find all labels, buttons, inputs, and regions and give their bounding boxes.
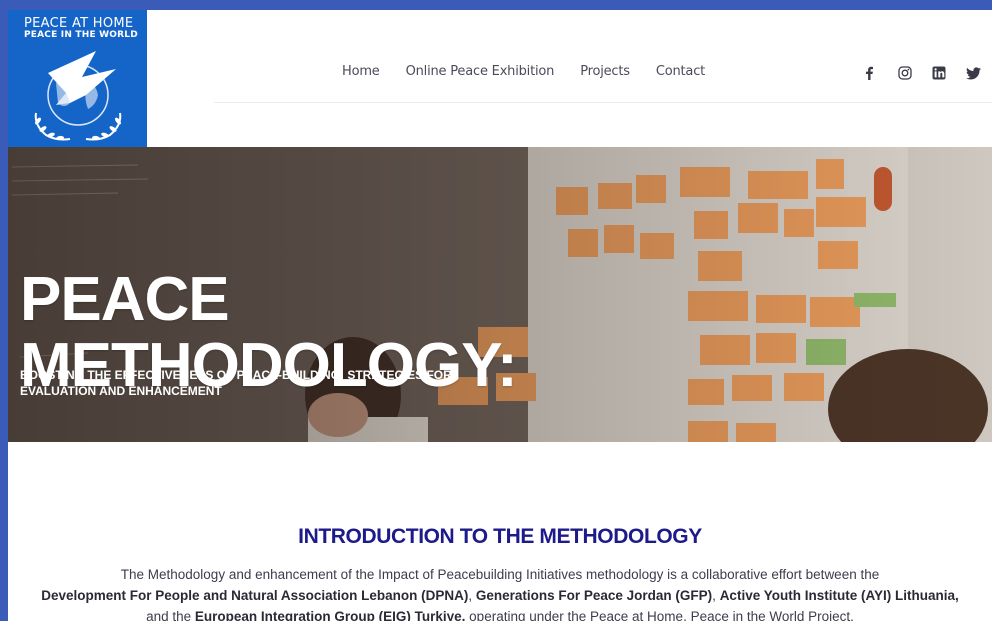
logo-subtitle: PEACE IN THE WORLD (24, 30, 138, 40)
intro-paragraph: The Methodology and enhancement of the I… (38, 564, 962, 621)
facebook-icon[interactable] (864, 64, 898, 82)
intro-heading: INTRODUCTION TO THE METHODOLOGY (298, 525, 702, 549)
header-divider (214, 102, 992, 103)
partner-gfp: Generations For Peace Jordan (GFP) (475, 587, 713, 603)
instagram-icon[interactable] (898, 64, 932, 82)
hero-subtitle: BOOSTING THE EFFECTIVENESS OF PEACE-BUIL… (20, 368, 452, 398)
nav-item-contact[interactable]: Contact (656, 64, 705, 84)
intro-text-2: operating under the Peace at Home, Peace… (465, 608, 854, 621)
linkedin-icon[interactable] (932, 64, 966, 82)
logo[interactable]: PEACE AT HOME PEACE IN THE WORLD (8, 10, 147, 147)
page: PEACE AT HOME PEACE IN THE WORLD Home On… (8, 10, 992, 621)
nav-item-online-peace-exhibition[interactable]: Online Peace Exhibition (406, 64, 555, 84)
partner-ayi: Active Youth Institute (AYI) Lithuania, (719, 587, 959, 603)
main-nav: Home Online Peace Exhibition Projects Co… (342, 64, 731, 84)
nav-item-projects[interactable]: Projects (580, 64, 630, 84)
hero-banner: PEACE METHODOLOGY: BOOSTING THE EFFECTIV… (8, 147, 992, 442)
partner-eig: European Integration Group (EIG) Turkiye… (194, 608, 466, 621)
nav-item-home[interactable]: Home (342, 64, 380, 84)
social-links (864, 64, 992, 82)
dove-globe-icon (34, 51, 122, 141)
partner-dpna: Development For People and Natural Assoc… (41, 587, 469, 603)
hero-title-line-1: PEACE (20, 264, 230, 334)
logo-title: PEACE AT HOME (24, 16, 134, 31)
twitter-icon[interactable] (966, 64, 992, 82)
intro-text-1: The Methodology and enhancement of the I… (120, 566, 880, 582)
